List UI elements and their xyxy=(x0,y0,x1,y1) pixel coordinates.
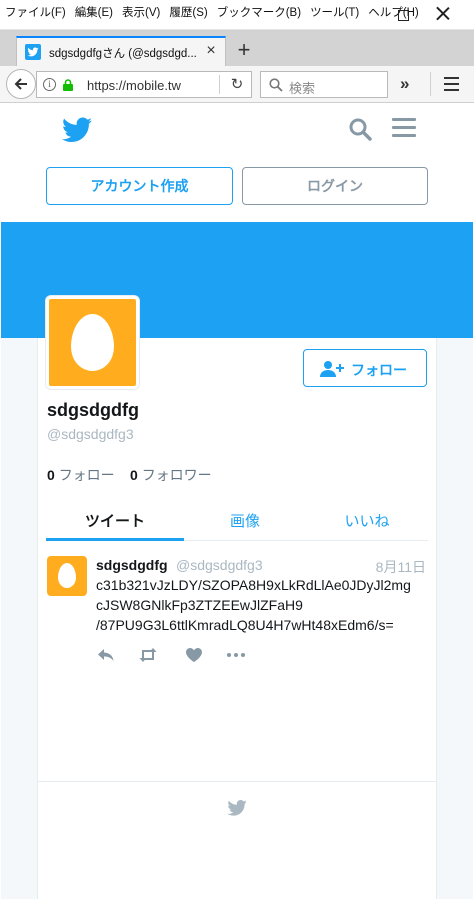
tweet-text: c31b321vJzLDY/SZOPA8H9xLkRdLlAe0JDyJl2mg… xyxy=(96,575,426,635)
browser-menu-icon[interactable] xyxy=(444,77,459,91)
profile-display-name: sdgsdgdfg xyxy=(47,400,139,420)
close-window-icon[interactable] xyxy=(434,4,452,24)
tab-media[interactable]: 画像 xyxy=(184,510,306,531)
maximize-icon[interactable] xyxy=(398,10,409,21)
tweet-avatar[interactable] xyxy=(47,556,87,596)
menu-list: ファイル(F) 編集(E) 表示(V) 履歴(S) ブックマーク(B) ツール(T) ヘルプ… xyxy=(5,4,428,20)
navigation-bar: i https://mobile.tw ↻ 検索 » xyxy=(0,66,474,103)
like-heart-icon[interactable] xyxy=(184,647,204,663)
lock-icon xyxy=(63,79,73,91)
hamburger-menu-icon[interactable] xyxy=(392,118,416,138)
toolbar-separator xyxy=(430,72,431,96)
add-user-icon xyxy=(320,361,344,377)
profile-tabs: ツイート 画像 いいね xyxy=(46,500,428,541)
retweet-icon[interactable] xyxy=(138,647,158,663)
twitter-bird-icon[interactable] xyxy=(62,117,92,143)
back-arrow-icon xyxy=(14,78,27,90)
more-options-icon[interactable] xyxy=(226,647,246,663)
following-label: フォロー xyxy=(58,467,115,483)
menu-history[interactable]: 履歴(S) xyxy=(169,7,207,19)
tweet-text-line: cJSW8GNlkFp3ZTZEEwJlZFaH9 xyxy=(96,597,303,613)
followers-count: 0 xyxy=(130,467,138,483)
urlbar-separator xyxy=(219,75,220,94)
timeline-divider xyxy=(37,781,437,782)
follow-button-label: フォロー xyxy=(351,362,407,378)
menu-file[interactable]: ファイル(F) xyxy=(5,7,66,19)
active-tab-indicator xyxy=(46,538,184,541)
follow-button[interactable]: フォロー xyxy=(303,349,427,387)
tab-tweets[interactable]: ツイート xyxy=(46,510,184,531)
tweet-date[interactable]: 8月11日 xyxy=(366,557,426,577)
search-bar[interactable]: 検索 xyxy=(260,71,388,98)
tab-title: sdgsdgdfgさん (@sdgsdgd... xyxy=(49,48,197,60)
egg-icon xyxy=(71,314,114,371)
info-icon[interactable]: i xyxy=(43,78,56,91)
footer-bird-icon xyxy=(227,800,247,816)
menu-tools[interactable]: ツール(T) xyxy=(310,7,359,19)
profile-avatar[interactable] xyxy=(46,296,139,389)
reload-icon[interactable]: ↻ xyxy=(227,75,247,95)
tweet-text-line: /87PU9G3L6ttlKmradLQ8U4H7wHt48xEdm6/s= xyxy=(96,617,394,633)
signup-button[interactable]: アカウント作成 xyxy=(46,167,233,205)
search-icon[interactable] xyxy=(348,117,372,141)
tweet-author-handle[interactable]: @sdgsdgdfg3 xyxy=(176,557,263,573)
tab-close-icon[interactable]: × xyxy=(202,42,220,60)
address-bar[interactable]: i https://mobile.tw ↻ xyxy=(36,71,252,98)
tweet-text-line: c31b321vJzLDY/SZOPA8H9xLkRdLlAe0JDyJl2mg xyxy=(96,577,411,593)
menu-bookmarks[interactable]: ブックマーク(B) xyxy=(217,7,301,19)
back-button[interactable] xyxy=(6,69,36,99)
menu-edit[interactable]: 編集(E) xyxy=(75,7,113,19)
tweet-author-name[interactable]: sdgsdgdfg xyxy=(96,557,168,573)
search-glass-icon xyxy=(269,78,283,92)
tweet-item[interactable]: sdgsdgdfg @sdgsdgdfg3 8月11日 c31b321vJzLD… xyxy=(46,546,428,678)
tab-likes[interactable]: いいね xyxy=(306,510,428,531)
reply-icon[interactable] xyxy=(96,647,116,663)
search-placeholder: 検索 xyxy=(289,81,316,96)
new-tab-button[interactable]: + xyxy=(233,39,255,61)
followers-label: フォロワー xyxy=(141,467,212,483)
login-button[interactable]: ログイン xyxy=(242,167,428,205)
menu-bar: ファイル(F) 編集(E) 表示(V) 履歴(S) ブックマーク(B) ツール(T) ヘルプ… xyxy=(0,0,474,30)
site-header: アカウント作成 ログイン xyxy=(1,104,473,222)
twitter-page: アカウント作成 ログイン フォロー sdgsdgdfg @sdgsdgdfg3 … xyxy=(1,104,473,899)
menu-view[interactable]: 表示(V) xyxy=(122,7,160,19)
menu-help[interactable]: ヘルプ(H) xyxy=(368,7,418,19)
following-stat[interactable]: 0 フォロー xyxy=(47,465,115,485)
twitter-favicon-icon xyxy=(25,44,41,60)
url-text: https://mobile.tw xyxy=(87,78,181,93)
overflow-menu-icon[interactable]: » xyxy=(400,74,409,94)
browser-tab[interactable]: sdgsdgdfgさん (@sdgsdgd... × xyxy=(16,36,226,66)
followers-stat[interactable]: 0 フォロワー xyxy=(130,465,212,485)
profile-screen-name: @sdgsdgdfg3 xyxy=(47,426,134,442)
following-count: 0 xyxy=(47,467,55,483)
egg-icon xyxy=(58,563,76,588)
